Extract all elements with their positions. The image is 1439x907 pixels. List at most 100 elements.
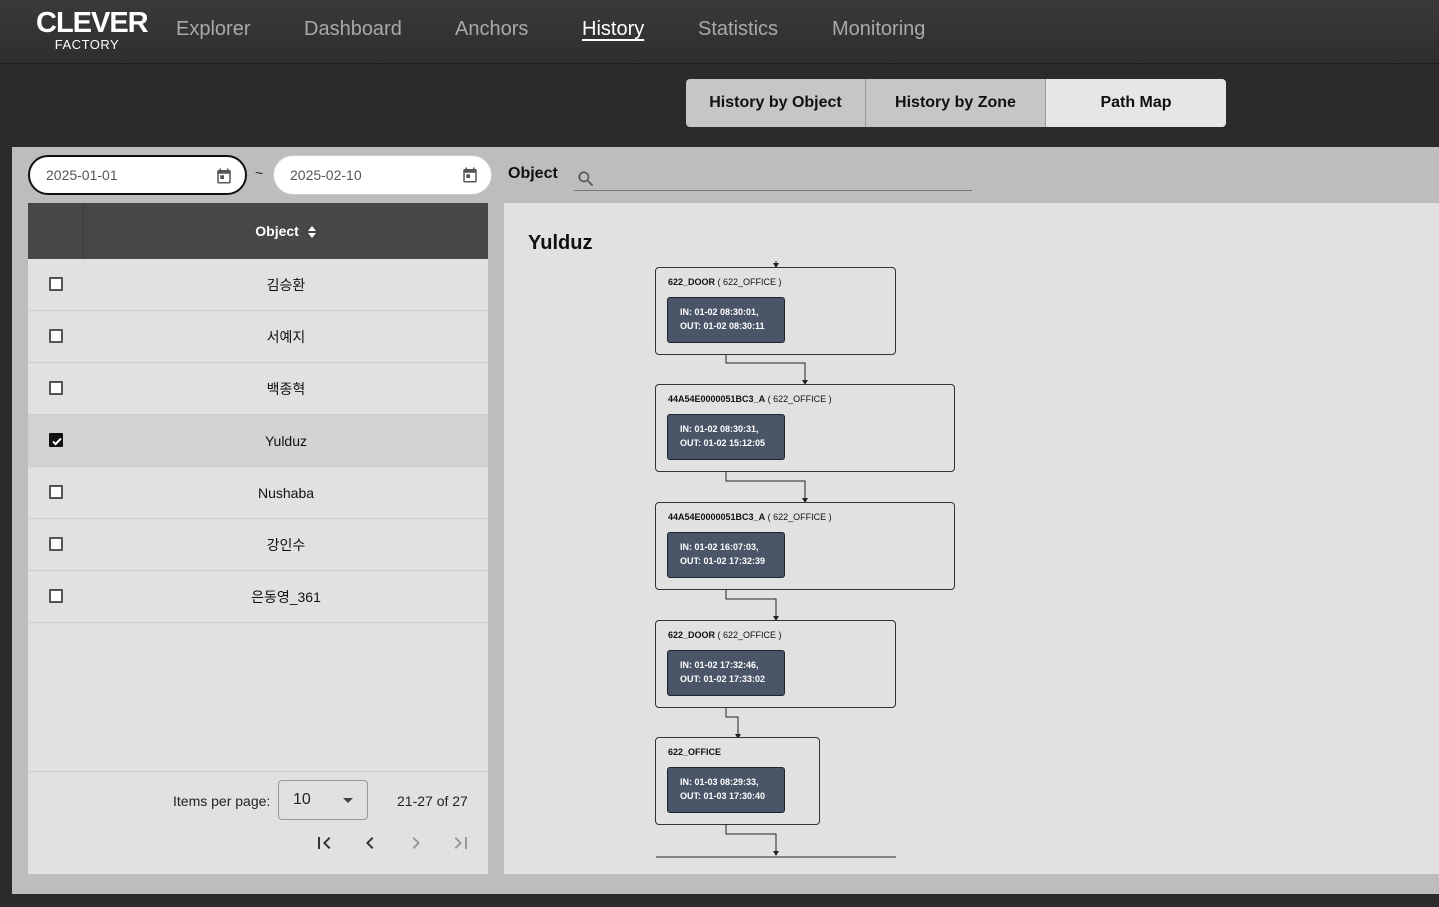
node-anchor-name: 622_OFFICE: [668, 747, 722, 757]
date-to-field[interactable]: 2025-02-10: [273, 155, 492, 195]
next-page-icon[interactable]: [404, 831, 428, 855]
row-checkbox[interactable]: [49, 329, 63, 343]
logo-line2: FACTORY: [54, 37, 120, 52]
nav-history[interactable]: History: [582, 18, 644, 41]
history-subtabs: History by Object History by Zone Path M…: [686, 79, 1226, 127]
node-in-time: IN: 01-03 08:29:33,: [680, 777, 759, 787]
path-node-header: 622_OFFICE: [668, 747, 721, 757]
items-per-page-value: 10: [293, 791, 311, 808]
tab-history-by-zone[interactable]: History by Zone: [866, 79, 1046, 127]
object-search-box: [574, 161, 972, 191]
node-out-time: OUT: 01-02 08:30:11: [680, 321, 765, 331]
pager-divider: [28, 771, 488, 772]
path-node-header: 44A54E0000051BC3_A ( 622_OFFICE ): [668, 512, 832, 522]
checkmark-icon: [52, 437, 62, 446]
path-node-header: 622_DOOR ( 622_OFFICE ): [668, 277, 782, 287]
date-from-field[interactable]: 2025-01-01: [28, 155, 247, 195]
table-row[interactable]: Yulduz: [28, 415, 488, 467]
node-anchor-name: 622_DOOR: [668, 630, 716, 640]
object-search-input[interactable]: [602, 165, 962, 189]
table-header: Object: [28, 203, 488, 259]
dropdown-arrow-icon: [343, 798, 353, 803]
node-time-box: IN: 01-02 08:30:31, OUT: 01-02 15:12:05: [667, 414, 785, 460]
path-node[interactable]: 622_OFFICE IN: 01-03 08:29:33, OUT: 01-0…: [655, 737, 820, 825]
node-out-time: OUT: 01-02 15:12:05: [680, 438, 766, 448]
row-checkbox[interactable]: [49, 537, 63, 551]
table-row[interactable]: 백종혁: [28, 363, 488, 415]
object-table: Object 김승환 서예지 백종혁 Yulduz Nushaba 강인수 은동영_361 …: [28, 203, 488, 874]
nav-dashboard[interactable]: Dashboard: [304, 18, 402, 41]
items-per-page-select[interactable]: 10: [278, 780, 368, 820]
path-node[interactable]: 622_DOOR ( 622_OFFICE ) IN: 01-02 08:30:…: [655, 267, 896, 355]
table-row[interactable]: 김승환: [28, 259, 488, 311]
node-in-time: IN: 01-02 08:30:31,: [680, 424, 759, 434]
object-name: 김승환: [266, 277, 306, 293]
table-row[interactable]: 은동영_361: [28, 571, 488, 623]
clever-factory-logo[interactable]: CLEVER FACTORY: [36, 7, 149, 54]
date-from-value: 2025-01-01: [46, 167, 118, 183]
tab-history-by-object[interactable]: History by Object: [686, 79, 866, 127]
node-time-box: IN: 01-03 08:29:33, OUT: 01-03 17:30:40: [667, 767, 785, 813]
calendar-icon[interactable]: [461, 166, 479, 184]
path-node[interactable]: 622_DOOR ( 622_OFFICE ) IN: 01-02 17:32:…: [655, 620, 896, 708]
calendar-icon[interactable]: [215, 167, 233, 185]
row-checkbox[interactable]: [49, 485, 63, 499]
tab-path-map[interactable]: Path Map: [1046, 79, 1226, 127]
object-column-label: Object: [255, 223, 299, 239]
object-column-header[interactable]: Object: [84, 203, 488, 259]
top-navbar: CLEVER FACTORY Explorer Dashboard Anchor…: [0, 0, 1439, 64]
node-zone: ( 622_OFFICE ): [715, 277, 782, 287]
path-node[interactable]: 44A54E0000051BC3_A ( 622_OFFICE ) IN: 01…: [655, 384, 955, 472]
node-out-time: OUT: 01-02 17:32:39: [680, 556, 766, 566]
table-row[interactable]: 강인수: [28, 519, 488, 571]
nav-explorer[interactable]: Explorer: [176, 18, 250, 41]
node-in-time: IN: 01-02 08:30:01,: [680, 307, 759, 317]
date-to-value: 2025-02-10: [290, 167, 362, 183]
node-in-time: IN: 01-02 17:32:46,: [680, 660, 759, 670]
search-icon: [578, 171, 594, 187]
node-zone: ( 622_OFFICE ): [765, 512, 832, 522]
row-checkbox[interactable]: [49, 381, 63, 395]
page-range-label: 21-27 of 27: [397, 793, 468, 809]
object-name: 은동영_361: [251, 589, 321, 605]
node-out-time: OUT: 01-03 17:30:40: [680, 791, 766, 801]
header-checkbox-column: [28, 203, 84, 259]
sort-icon: [307, 226, 316, 239]
node-time-box: IN: 01-02 16:07:03, OUT: 01-02 17:32:39: [667, 532, 785, 578]
object-name: 서예지: [266, 329, 306, 345]
table-row[interactable]: Nushaba: [28, 467, 488, 519]
node-in-time: IN: 01-02 16:07:03,: [680, 542, 759, 552]
nav-statistics[interactable]: Statistics: [698, 18, 778, 41]
main-panel: 2025-01-01 ~ 2025-02-10 Object Object 김승…: [12, 147, 1439, 894]
nav-anchors[interactable]: Anchors: [455, 18, 528, 41]
node-anchor-name: 44A54E0000051BC3_A: [668, 394, 766, 404]
last-page-icon[interactable]: [449, 831, 473, 855]
node-anchor-name: 622_DOOR: [668, 277, 716, 287]
object-name: 백종혁: [266, 381, 306, 397]
node-zone: ( 622_OFFICE ): [715, 630, 782, 640]
path-node-header: 622_DOOR ( 622_OFFICE ): [668, 630, 782, 640]
row-checkbox[interactable]: [49, 433, 63, 447]
node-out-time: OUT: 01-02 17:33:02: [680, 674, 766, 684]
object-search-label: Object: [508, 165, 558, 182]
object-name: Yulduz: [264, 433, 308, 449]
object-name: Nushaba: [257, 485, 315, 501]
path-node[interactable]: 44A54E0000051BC3_A ( 622_OFFICE ) IN: 01…: [655, 502, 955, 590]
path-node-header: 44A54E0000051BC3_A ( 622_OFFICE ): [668, 394, 832, 404]
logo-line1: CLEVER: [36, 7, 149, 39]
path-map-edges: [656, 261, 896, 858]
items-per-page-label: Items per page:: [173, 793, 271, 809]
node-zone: ( 622_OFFICE ): [765, 394, 832, 404]
node-time-box: IN: 01-02 08:30:01, OUT: 01-02 08:30:11: [667, 297, 785, 343]
object-name: 강인수: [266, 537, 306, 553]
date-separator: ~: [255, 165, 264, 181]
node-time-box: IN: 01-02 17:32:46, OUT: 01-02 17:33:02: [667, 650, 785, 696]
table-row[interactable]: 서예지: [28, 311, 488, 363]
node-anchor-name: 44A54E0000051BC3_A: [668, 512, 766, 522]
row-checkbox[interactable]: [49, 589, 63, 603]
path-map-panel: Yulduz 622_DOOR ( 622_OFFICE ) IN: 01-02…: [504, 203, 1439, 874]
row-checkbox[interactable]: [49, 277, 63, 291]
nav-monitoring[interactable]: Monitoring: [832, 18, 925, 41]
prev-page-icon[interactable]: [358, 831, 382, 855]
first-page-icon[interactable]: [312, 831, 336, 855]
